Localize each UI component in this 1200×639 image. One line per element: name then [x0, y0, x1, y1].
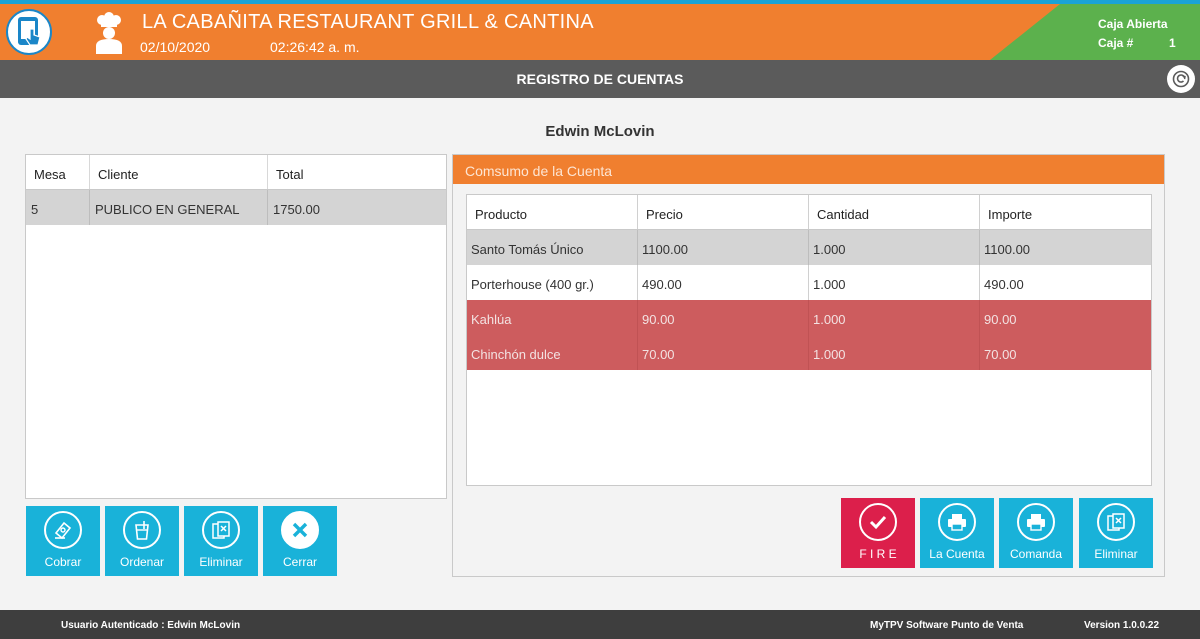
column-header-mesa[interactable]: Mesa	[26, 155, 90, 189]
cobrar-button[interactable]: Cobrar	[26, 506, 100, 576]
cell-producto: Chinchón dulce	[467, 335, 638, 370]
status-bar: Usuario Autenticado : Edwin McLovin MyTP…	[0, 610, 1200, 639]
la-cuenta-button[interactable]: La Cuenta	[920, 498, 994, 568]
print-order-icon-circle	[1017, 503, 1055, 541]
close-icon-circle	[281, 511, 319, 549]
delete-document-icon	[212, 521, 230, 539]
column-header-cliente[interactable]: Cliente	[90, 155, 268, 189]
consumption-table: Producto Precio Cantidad Importe Santo T…	[466, 194, 1152, 486]
app-logo[interactable]	[6, 9, 52, 55]
column-header-precio[interactable]: Precio	[638, 195, 809, 229]
cell-mesa: 5	[26, 190, 90, 225]
cell-precio: 1100.00	[638, 230, 809, 265]
title-bar: REGISTRO DE CUENTAS	[0, 60, 1200, 98]
page-title: REGISTRO DE CUENTAS	[516, 71, 684, 87]
cash-register-label: Caja #	[1098, 36, 1134, 50]
touch-tablet-icon	[18, 17, 41, 46]
app-header: LA CABAÑITA RESTAURANT GRILL & CANTINA 0…	[0, 4, 1200, 60]
fire-button[interactable]: F I R E	[841, 498, 915, 568]
printer-icon	[1027, 514, 1045, 531]
waiter-name: Edwin McLovin	[545, 123, 655, 140]
check-icon	[869, 515, 887, 530]
delete-icon-circle	[202, 511, 240, 549]
printer-icon	[948, 514, 966, 531]
version-label: Version 1.0.0.22	[1084, 620, 1160, 631]
authenticated-user: Usuario Autenticado : Edwin McLovin	[61, 620, 241, 631]
accounts-table: Mesa Cliente Total 5 PUBLICO EN GENERAL …	[25, 154, 447, 499]
cell-cantidad: 1.000	[809, 230, 980, 265]
eliminar-item-label: Eliminar	[1094, 547, 1138, 561]
table-row[interactable]: Kahlúa 90.00 1.000 90.00	[467, 300, 1151, 335]
cerrar-button[interactable]: Cerrar	[263, 506, 337, 576]
delete-item-icon-circle	[1097, 503, 1135, 541]
cell-importe: 1100.00	[984, 242, 1031, 257]
current-time: 02:26:42 a. m.	[270, 39, 360, 55]
consumption-panel-title: Comsumo de la Cuenta	[465, 163, 613, 179]
ordenar-button[interactable]: Ordenar	[105, 506, 179, 576]
account-consumption-panel: Comsumo de la Cuenta Producto Precio Can…	[452, 154, 1165, 577]
drink-glass-icon	[135, 521, 149, 540]
restaurant-name: LA CABAÑITA RESTAURANT GRILL & CANTINA	[142, 11, 594, 33]
table-row[interactable]: Porterhouse (400 gr.) 490.00 1.000 490.0…	[467, 265, 1151, 300]
column-header-cantidad[interactable]: Cantidad	[809, 195, 980, 229]
pay-icon	[54, 521, 72, 540]
software-name: MyTPV Software Punto de Venta	[870, 620, 1024, 631]
pay-icon-circle	[44, 511, 82, 549]
cell-cantidad: 1.000	[809, 335, 980, 370]
cash-register-panel	[990, 4, 1200, 60]
refresh-icon	[1172, 70, 1190, 88]
table-row[interactable]: Chinchón dulce 70.00 1.000 70.00	[467, 335, 1151, 370]
delete-document-icon	[1107, 513, 1125, 531]
column-header-producto[interactable]: Producto	[467, 195, 638, 229]
cell-cliente: PUBLICO EN GENERAL	[90, 190, 268, 225]
chef-icon	[96, 12, 122, 54]
refresh-button[interactable]	[1167, 65, 1195, 93]
cell-cantidad: 1.000	[809, 300, 980, 335]
cell-producto: Porterhouse (400 gr.)	[467, 265, 638, 300]
cell-precio: 490.00	[638, 265, 809, 300]
table-row[interactable]: Santo Tomás Único 1100.00 1.000 1100.00	[467, 230, 1151, 265]
eliminar-label: Eliminar	[199, 555, 243, 569]
comanda-button[interactable]: Comanda	[999, 498, 1073, 568]
order-icon-circle	[123, 511, 161, 549]
fire-icon-circle	[859, 503, 897, 541]
cell-producto: Santo Tomás Único	[467, 230, 638, 265]
cash-register-number: 1	[1169, 36, 1176, 50]
cell-precio: 90.00	[638, 300, 809, 335]
consumption-panel-header: Comsumo de la Cuenta	[453, 155, 1164, 184]
eliminar-item-button[interactable]: Eliminar	[1079, 498, 1153, 568]
cell-importe: 90.00	[984, 312, 1017, 327]
print-bill-icon-circle	[938, 503, 976, 541]
column-header-total[interactable]: Total	[268, 155, 446, 189]
column-header-importe[interactable]: Importe	[980, 195, 1151, 229]
cell-precio: 70.00	[638, 335, 809, 370]
comanda-label: Comanda	[1009, 547, 1063, 561]
close-icon	[292, 522, 308, 538]
cell-total: 1750.00	[273, 202, 320, 217]
eliminar-account-button[interactable]: Eliminar	[184, 506, 258, 576]
cell-cantidad: 1.000	[809, 265, 980, 300]
fire-label: F I R E	[859, 547, 897, 561]
cell-importe: 490.00	[984, 277, 1024, 292]
current-date: 02/10/2020	[140, 39, 211, 55]
cerrar-label: Cerrar	[282, 555, 317, 569]
cobrar-label: Cobrar	[44, 555, 82, 569]
table-row[interactable]: 5 PUBLICO EN GENERAL 1750.00	[26, 190, 446, 225]
cash-register-status: Caja Abierta	[1098, 17, 1168, 31]
cell-producto: Kahlúa	[467, 300, 638, 335]
consumption-table-header: Producto Precio Cantidad Importe	[467, 195, 1151, 230]
la-cuenta-label: La Cuenta	[929, 547, 985, 561]
cell-importe: 70.00	[984, 347, 1017, 362]
accounts-table-header: Mesa Cliente Total	[26, 155, 446, 190]
ordenar-label: Ordenar	[119, 555, 165, 569]
